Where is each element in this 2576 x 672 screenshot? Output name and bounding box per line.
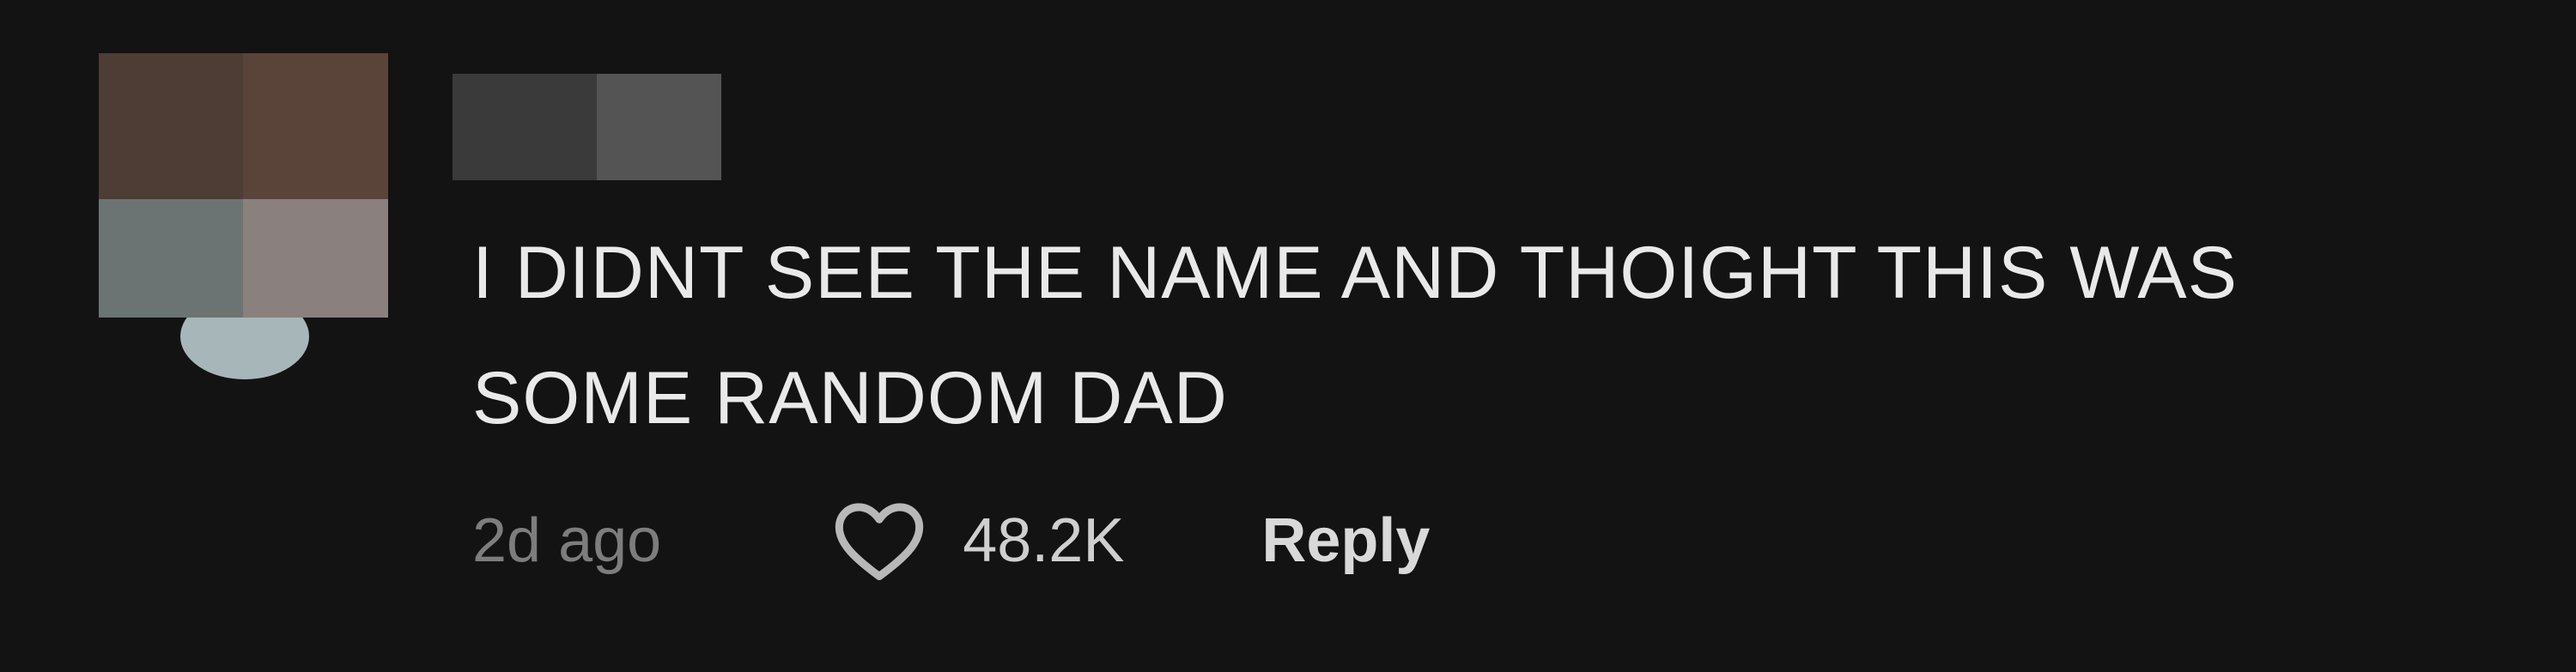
heart-outline-icon <box>835 503 924 580</box>
timestamp: 2d ago <box>472 506 662 575</box>
like-button[interactable]: 48.2K <box>829 498 1124 584</box>
comment-text: I DIDNT SEE THE NAME AND THOIGHT THIS WA… <box>472 232 2238 439</box>
avatar-pixel <box>243 199 388 318</box>
avatar-pixelation <box>99 53 388 318</box>
reply-button[interactable]: Reply <box>1261 506 1430 576</box>
avatar[interactable] <box>99 53 388 379</box>
avatar-pixel <box>99 199 243 318</box>
comment-actions: 2d ago 48.2K Reply <box>472 498 1430 584</box>
like-count: 48.2K <box>963 506 1125 575</box>
username-pixel <box>597 74 721 180</box>
username-pixel <box>453 74 597 180</box>
avatar-pixel <box>99 53 243 199</box>
comment-item: I DIDNT SEE THE NAME AND THOIGHT THIS WA… <box>0 0 2576 672</box>
avatar-pixel <box>243 53 388 199</box>
username-redacted[interactable] <box>453 74 721 180</box>
